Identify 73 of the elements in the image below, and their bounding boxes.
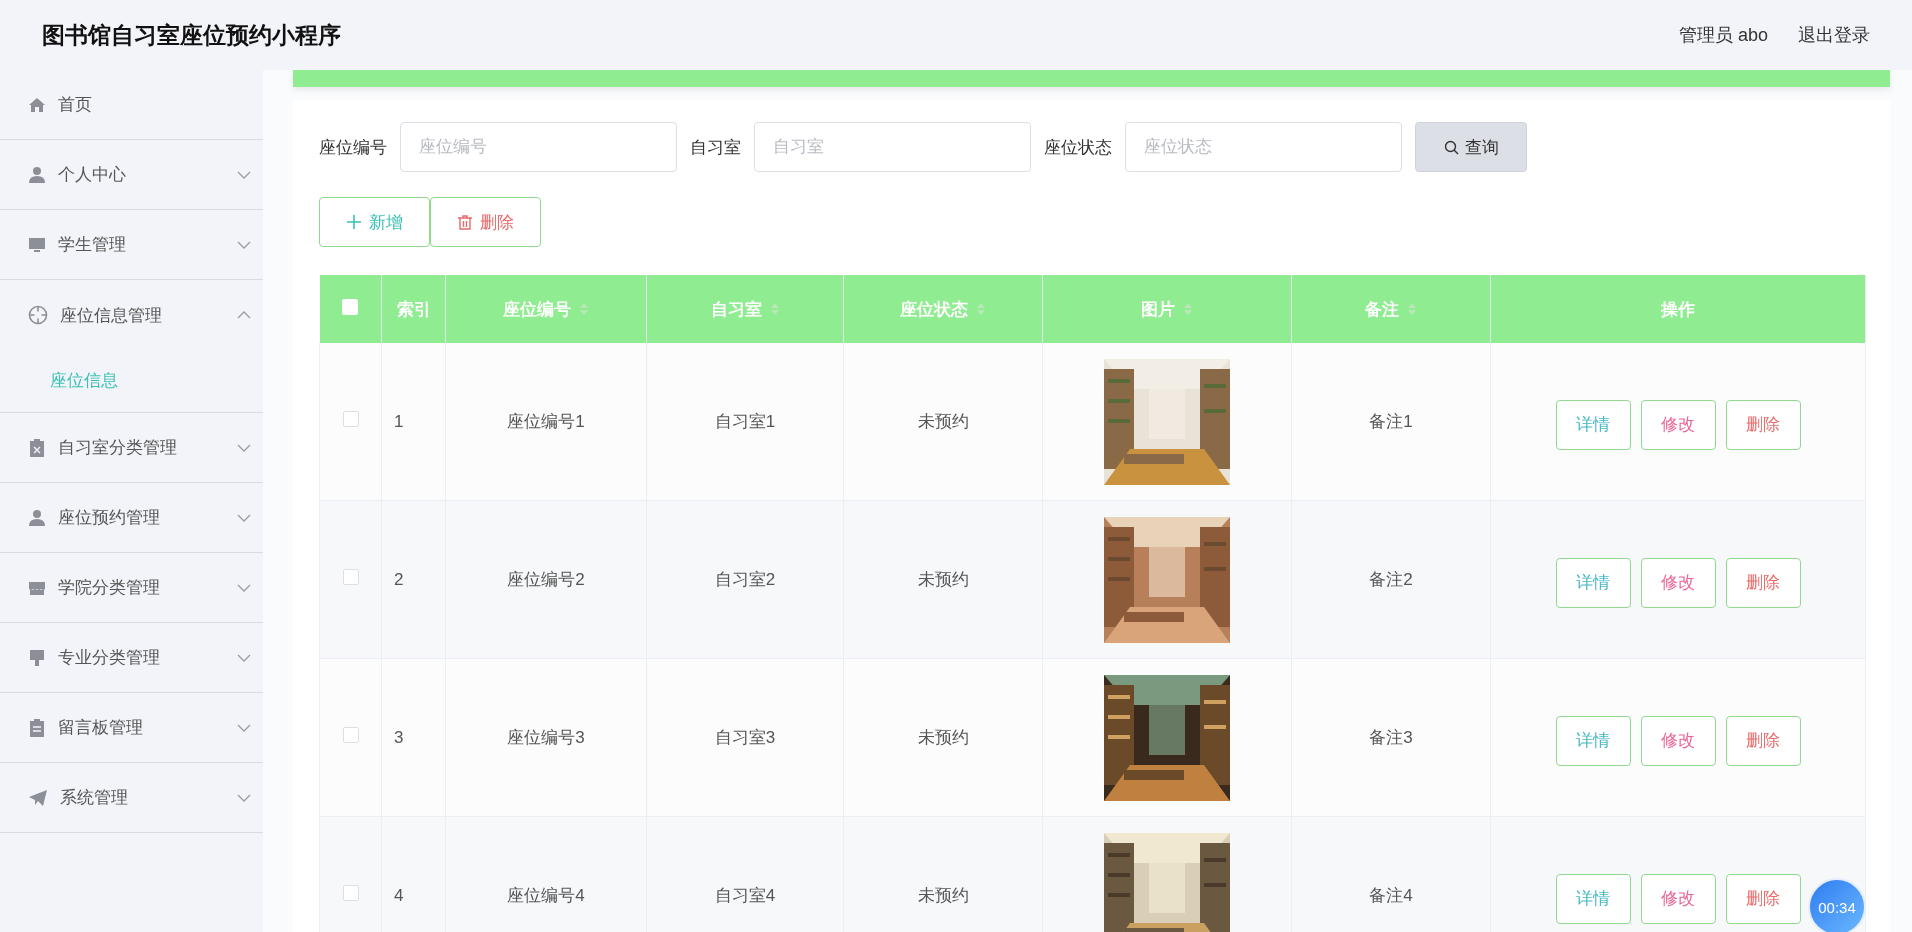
app-title: 图书馆自习室座位预约小程序 [42,20,341,50]
trash-icon [457,214,472,230]
input-field[interactable]: 座位编号 [400,122,677,172]
chevron-down-icon [237,583,251,592]
field-label: 自习室 [690,136,741,159]
edit-button[interactable]: 修改 [1640,399,1716,450]
submenu-item[interactable]: 座位信息 [0,350,263,412]
field-label: 座位状态 [1044,136,1112,159]
checkbox[interactable] [342,727,359,743]
row-index: 3 [394,727,404,747]
monitor-icon [28,235,46,254]
edit-button[interactable]: 修改 [1640,873,1716,924]
paper-plane-icon [28,788,48,807]
detail-button[interactable]: 详情 [1555,715,1631,766]
chevron-down-icon [237,513,251,522]
checkbox[interactable] [342,569,359,585]
column-header: 操作 [1661,298,1695,321]
checkbox[interactable] [342,885,359,901]
home-icon [28,95,46,114]
menu-item[interactable]: 座位信息管理 [0,280,263,350]
delete-button[interactable]: 删除 [1725,557,1801,608]
checkbox[interactable] [342,411,359,427]
user-icon [28,165,46,184]
table-cell: 备注1 [1369,412,1413,431]
search-button[interactable]: 查询 [1415,122,1527,172]
chevron-down-icon [237,240,251,249]
detail-button[interactable]: 详情 [1555,399,1631,450]
chevron-down-icon [237,443,251,452]
row-index: 1 [394,411,404,431]
chevron-down-icon [237,170,251,179]
chevron-down-icon [237,723,251,732]
row-index: 4 [394,885,404,905]
detail-button[interactable]: 详情 [1555,873,1631,924]
column-header: 索引 [396,298,431,321]
row-index: 2 [394,569,404,589]
input-field[interactable]: 座位状态 [1125,122,1402,172]
table-cell: 座位编号3 [507,728,585,747]
user-name: 管理员 abo [1678,24,1768,47]
clipboard-icon [28,438,46,457]
table-cell: 备注2 [1369,570,1413,589]
table-cell: 自习室4 [714,886,776,905]
table-cell: 自习室3 [714,728,776,747]
detail-button[interactable]: 详情 [1555,557,1631,608]
input-field[interactable]: 自习室 [754,122,1031,172]
table-cell: 备注3 [1369,728,1413,747]
clipboard-icon [28,718,46,737]
edit-button[interactable]: 修改 [1640,715,1716,766]
delete-button[interactable]: 删除 [1725,715,1801,766]
table-cell: 未预约 [917,886,969,905]
chevron-up-icon [237,311,251,319]
brush-icon [28,648,46,667]
logout-link[interactable]: 退出登录 [1798,23,1870,47]
table-cell: 备注4 [1369,886,1413,905]
user-icon [28,508,46,527]
table-cell: 未预约 [917,412,969,431]
delete-button[interactable]: 删除 [1725,399,1801,450]
delete-button[interactable]: 删除 [430,197,541,247]
table-cell: 自习室1 [714,412,776,431]
table-cell: 座位编号2 [507,570,585,589]
table-cell: 未预约 [917,570,969,589]
edit-button[interactable]: 修改 [1640,557,1716,608]
delete-button[interactable]: 删除 [1725,873,1801,924]
plus-icon [346,215,361,229]
add-button[interactable]: 新增 [319,197,430,247]
table-cell: 自习室2 [714,570,776,589]
table-cell: 座位编号4 [507,886,585,905]
chevron-down-icon [237,793,251,802]
search-icon [1443,139,1459,155]
field-label: 座位编号 [319,136,387,159]
crosshair-icon [28,305,48,325]
table-cell: 未预约 [917,728,969,747]
table-cell: 座位编号1 [507,412,585,431]
chevron-down-icon [237,653,251,662]
